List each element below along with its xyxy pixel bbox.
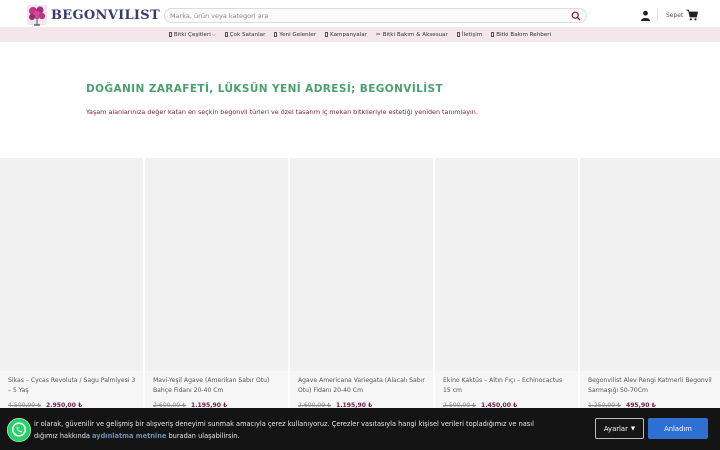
nav-item-label: Bitki Bakım & Aksesuar (382, 31, 448, 38)
product-name[interactable]: Mavi-Yeşil Agave (Amerikan Sabır Otu) Ba… (153, 376, 281, 395)
privacy-notice-link[interactable]: aydınlatma metnine (92, 432, 166, 440)
nav-item-bakim-aksesuar[interactable]: ✂ Bitki Bakım & Aksesuar (376, 32, 448, 38)
nav-item-cok-satanlar[interactable]: Çok Satanlar (224, 31, 266, 38)
search-icon[interactable] (571, 11, 581, 21)
product-image[interactable] (145, 158, 288, 371)
whatsapp-icon (7, 418, 31, 442)
cart-button[interactable]: Sepet (666, 9, 699, 21)
cart-label: Sepet (666, 11, 684, 19)
nav-item-label: Kampanyalar (330, 31, 368, 38)
product-card[interactable]: Begonvilist Alev Rengi Katmerli Begonvil… (580, 158, 720, 418)
cookie-settings-button[interactable]: Ayarlar ▼ (595, 418, 644, 439)
bougainvillea-logo-icon (27, 5, 47, 26)
nav-item-label: Yeni Gelenler (279, 31, 317, 38)
product-name[interactable]: Sikas – Cycas Revoluta / Sagu Palmiyesi … (8, 376, 136, 395)
nav-item-label: Bitki Çeşitleri (173, 31, 211, 38)
cookie-text-line1: ir olarak, güvenilir ve gelişmiş bir alı… (34, 420, 534, 428)
settings-label: Ayarlar (603, 424, 628, 433)
product-image[interactable] (580, 158, 720, 371)
scissors-icon: ✂ (376, 31, 381, 38)
product-name[interactable]: Ekino Kaktüs – Altın Fıçı – Echinocactus… (443, 376, 571, 395)
product-grid: Sikas – Cycas Revoluta / Sagu Palmiyesi … (0, 158, 720, 418)
main-navigation: Bitki Çeşitleri ⌵ Çok Satanlar Yeni Gelen… (0, 27, 720, 42)
nav-icon (224, 32, 228, 37)
hero-title: DOĞANIN ZARAFETİ, LÜKSÜN YENİ ADRESİ; BE… (86, 83, 444, 95)
logo-text: BEGONVILIST (51, 7, 160, 23)
cookie-consent-bar: ir olarak, güvenilir ve gelişmiş bir alı… (0, 408, 720, 450)
nav-icon (274, 32, 278, 37)
cookie-message: ir olarak, güvenilir ve gelişmiş bir alı… (34, 418, 574, 442)
whatsapp-button[interactable] (7, 418, 31, 442)
nav-item-label: Çok Satanlar (229, 31, 266, 38)
account-icon[interactable] (640, 10, 651, 21)
nav-item-yeni-gelenler[interactable]: Yeni Gelenler (274, 32, 316, 38)
nav-item-label: İletişim (461, 31, 483, 38)
product-card[interactable]: Sikas – Cycas Revoluta / Sagu Palmiyesi … (0, 158, 143, 418)
nav-item-bitki-cesitleri[interactable]: Bitki Çeşitleri ⌵ (168, 31, 216, 38)
product-name[interactable]: Begonvilist Alev Rengi Katmerli Begonvil… (588, 376, 716, 395)
nav-icon (456, 32, 460, 37)
product-image[interactable] (435, 158, 578, 371)
search-input[interactable] (165, 9, 565, 22)
cookie-text-line2-start: dığımız hakkında (34, 432, 93, 440)
product-image[interactable] (0, 158, 143, 371)
product-name[interactable]: Agave Americana Variegata (Alacalı Sabır… (298, 376, 426, 395)
search-bar[interactable] (164, 8, 587, 23)
product-card[interactable]: Ekino Kaktüs – Altın Fıçı – Echinocactus… (435, 158, 578, 418)
hero-description: Yaşam alanlarınıza değer katan en seçkin… (86, 108, 478, 116)
cart-icon (686, 9, 699, 21)
product-card[interactable]: Mavi-Yeşil Agave (Amerikan Sabır Otu) Ba… (145, 158, 288, 418)
nav-item-kampanyalar[interactable]: Kampanyalar (325, 32, 367, 38)
product-image[interactable] (290, 158, 433, 371)
nav-icon (491, 32, 495, 37)
accept-cookies-button[interactable]: Anladım (648, 418, 708, 439)
chevron-down-icon: ⌵ (211, 31, 216, 38)
site-logo[interactable]: BEGONVILIST (26, 3, 160, 27)
nav-icon (325, 32, 329, 37)
cookie-text-line2-end: buradan ulaşabilirsin. (166, 432, 240, 440)
nav-item-bakim-rehberi[interactable]: Bitki Bakım Rehberi (491, 32, 551, 38)
nav-item-iletisim[interactable]: İletişim (456, 31, 483, 38)
caret-down-icon: ▼ (630, 425, 636, 432)
header-divider (657, 9, 658, 22)
nav-icon (168, 32, 172, 37)
nav-item-label: Bitki Bakım Rehberi (496, 31, 552, 38)
product-card[interactable]: Agave Americana Variegata (Alacalı Sabır… (290, 158, 433, 418)
